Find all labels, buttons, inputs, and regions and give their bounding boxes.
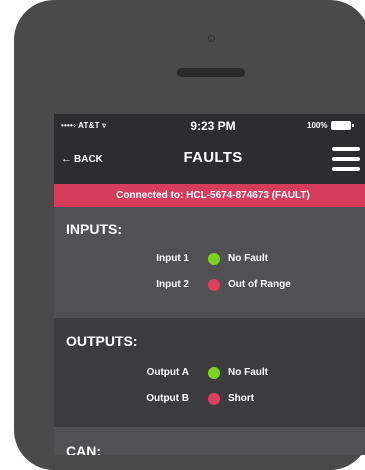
input-status: Out of Range xyxy=(228,279,291,290)
battery-percent: 100% xyxy=(307,121,328,130)
back-arrow-icon: ← xyxy=(61,153,72,165)
output-label: Output B xyxy=(146,393,189,404)
status-bar: ••••◦ AT&T ▿ 9:23 PM 100% xyxy=(54,114,365,138)
input-status: No Fault xyxy=(228,253,268,264)
status-fault-icon xyxy=(208,279,220,291)
phone-frame: ••••◦ AT&T ▿ 9:23 PM 100% ← BACK FAULTS C… xyxy=(14,0,365,470)
can-title: CAN: xyxy=(66,443,101,455)
back-button[interactable]: ← BACK xyxy=(61,153,103,165)
inputs-title: INPUTS: xyxy=(66,221,122,237)
status-fault-icon xyxy=(208,393,220,405)
battery-icon xyxy=(331,121,354,130)
input-label: Input 2 xyxy=(156,279,189,290)
status-ok-icon xyxy=(208,367,220,379)
input-row[interactable]: Input 2 Out of Range xyxy=(54,277,365,293)
camera-icon xyxy=(208,35,215,42)
connection-banner: Connected to: HCL-5674-874673 (FAULT) xyxy=(54,184,365,207)
app-screen: ••••◦ AT&T ▿ 9:23 PM 100% ← BACK FAULTS C… xyxy=(54,114,365,455)
status-ok-icon xyxy=(208,253,220,265)
output-row[interactable]: Output A No Fault xyxy=(54,365,365,381)
nav-bar: ← BACK FAULTS xyxy=(54,138,365,184)
input-label: Input 1 xyxy=(156,253,189,264)
hamburger-menu-icon[interactable] xyxy=(332,147,360,171)
output-status: No Fault xyxy=(228,367,268,378)
speaker-grille xyxy=(177,68,245,77)
input-row[interactable]: Input 1 No Fault xyxy=(54,251,365,267)
output-status: Short xyxy=(228,393,255,404)
inputs-section: INPUTS: Input 1 No Fault Input 2 Out of … xyxy=(54,207,365,318)
output-label: Output A xyxy=(146,367,189,378)
can-section: CAN: xyxy=(54,427,365,455)
outputs-title: OUTPUTS: xyxy=(66,333,138,349)
outputs-section: OUTPUTS: Output A No Fault Output B Shor… xyxy=(54,319,365,426)
output-row[interactable]: Output B Short xyxy=(54,391,365,407)
back-label: BACK xyxy=(74,154,103,165)
